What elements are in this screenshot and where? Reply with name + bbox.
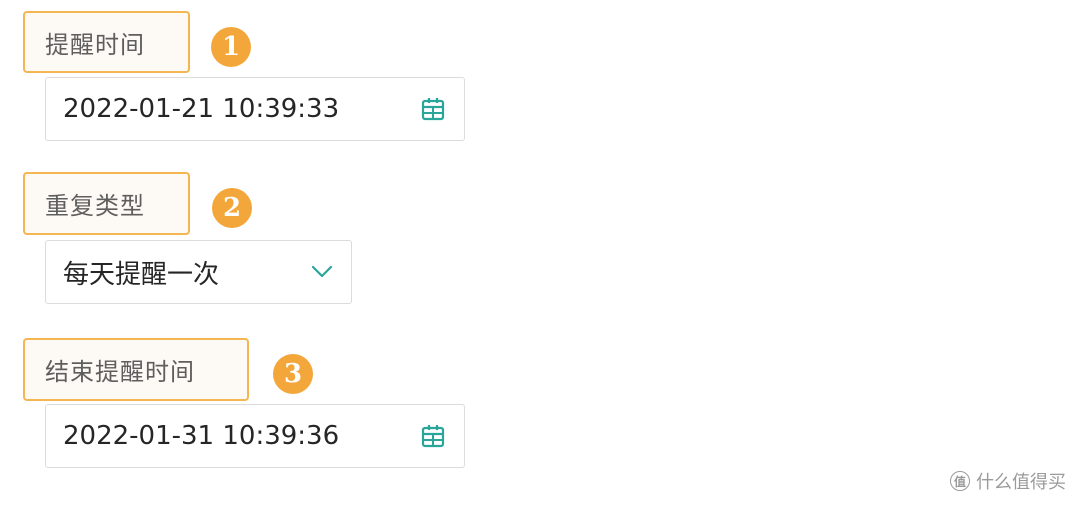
label-text: 结束提醒时间 bbox=[45, 358, 195, 386]
chevron-down-icon[interactable] bbox=[311, 265, 333, 279]
end-reminder-time-value: 2022-01-31 10:39:36 bbox=[63, 421, 340, 451]
smzdm-logo-icon: 值 bbox=[950, 471, 970, 491]
calendar-icon[interactable] bbox=[420, 96, 446, 122]
repeat-type-select[interactable]: 每天提醒一次 bbox=[45, 240, 352, 304]
step-badge-2: 2 bbox=[212, 188, 252, 228]
reminder-time-picker[interactable]: 2022-01-21 10:39:33 bbox=[45, 77, 465, 141]
label-text: 提醒时间 bbox=[45, 30, 145, 59]
reminder-time-value: 2022-01-21 10:39:33 bbox=[63, 94, 340, 124]
label-repeat-type: 重复类型 bbox=[23, 172, 190, 235]
step-badge-3: 3 bbox=[273, 354, 313, 394]
watermark: 值 什么值得买 bbox=[950, 468, 1066, 494]
repeat-type-value: 每天提醒一次 bbox=[63, 259, 220, 290]
calendar-icon[interactable] bbox=[420, 423, 446, 449]
end-reminder-time-picker[interactable]: 2022-01-31 10:39:36 bbox=[45, 404, 465, 468]
watermark-text: 什么值得买 bbox=[976, 472, 1066, 493]
label-text: 重复类型 bbox=[45, 192, 145, 220]
step-badge-1: 1 bbox=[211, 27, 251, 67]
label-reminder-time: 提醒时间 bbox=[23, 11, 190, 73]
label-end-reminder-time: 结束提醒时间 bbox=[23, 338, 249, 401]
